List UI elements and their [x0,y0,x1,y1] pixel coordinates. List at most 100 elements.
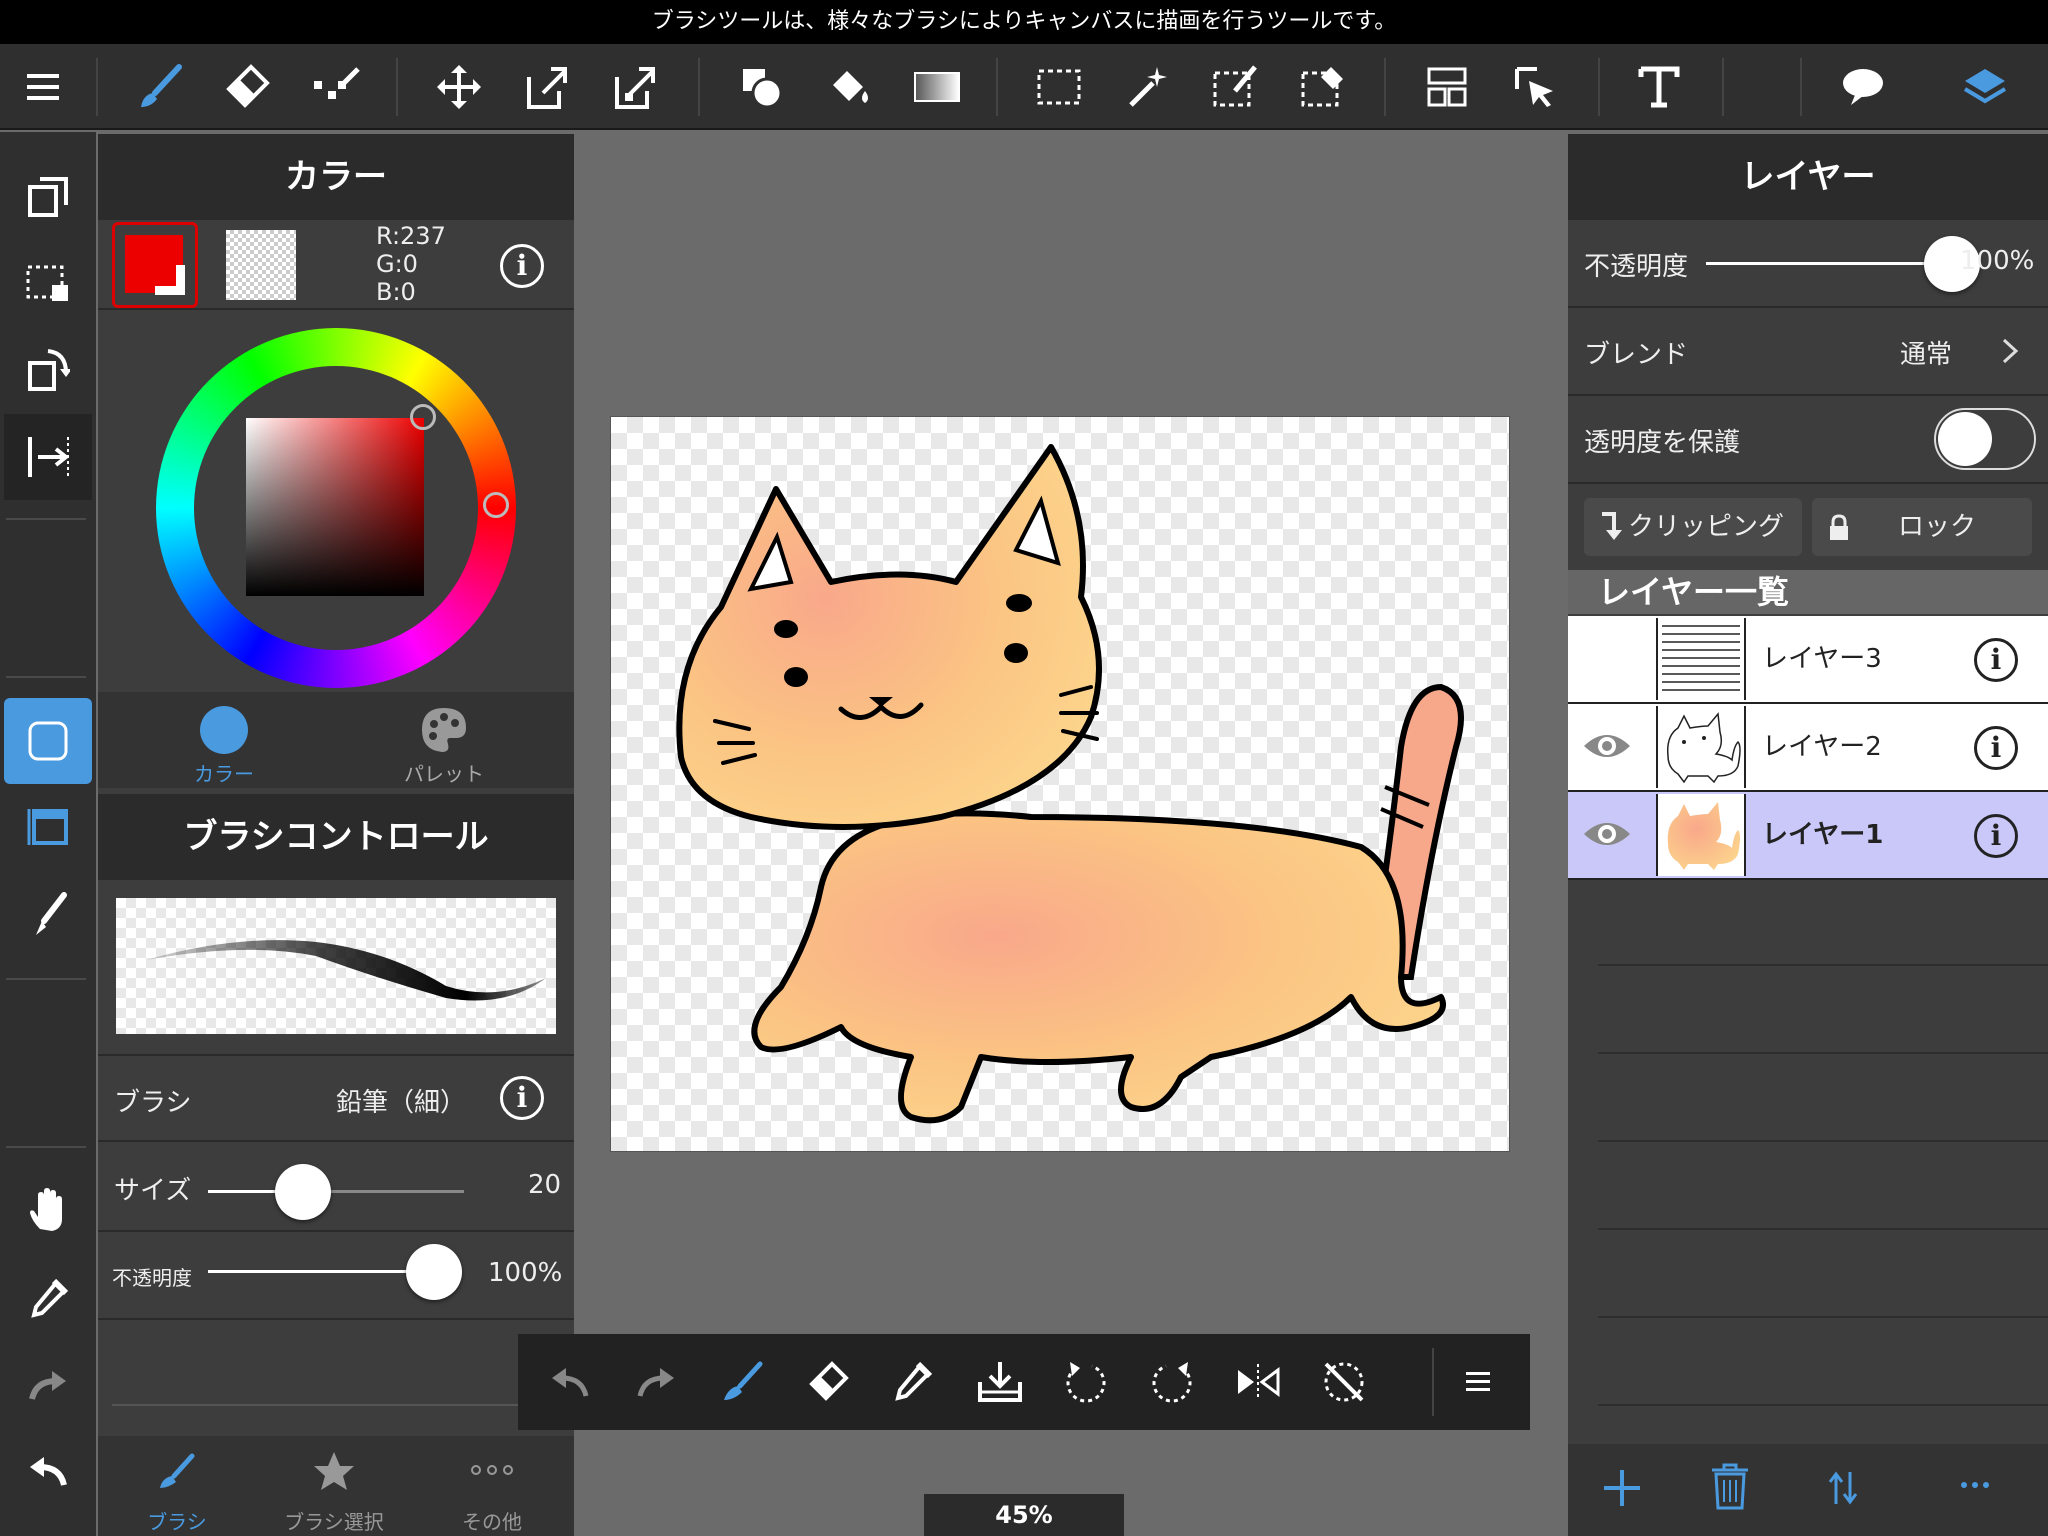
save-download-icon[interactable] [966,1348,1034,1416]
star-icon[interactable] [312,1450,356,1494]
palette-tab-label[interactable]: パレット [358,758,530,787]
layer-info-icon[interactable]: i [1974,726,2018,770]
flip-horizontal-icon[interactable] [1224,1348,1292,1416]
main-toolbar [0,44,2048,130]
gradient-tool-icon[interactable] [904,54,970,120]
eraser-tool-icon[interactable] [214,54,280,120]
layer-thumbnail [1656,794,1746,876]
hand-tool-icon[interactable] [4,1168,92,1254]
eye-hidden-icon[interactable] [1582,640,1632,676]
color-tab-icon[interactable] [200,706,248,754]
move-layer-icon[interactable] [1828,1470,1858,1506]
redo-icon[interactable] [4,1342,92,1428]
lock-button[interactable]: ロック [1812,498,2032,556]
eye-icon[interactable] [1582,728,1632,764]
layer-more-icon[interactable] [1960,1480,1990,1490]
add-layer-icon[interactable] [1602,1468,1642,1508]
palette-icon[interactable] [418,704,470,756]
color-info-icon[interactable]: i [500,244,544,288]
clipping-button[interactable]: クリッピング [1584,498,1802,556]
layer-row[interactable]: レイヤー3 i [1568,616,2048,702]
rotate-left-icon[interactable] [1052,1348,1120,1416]
brush-name-value[interactable]: 鉛筆（細） [336,1082,466,1119]
sv-picker-handle[interactable] [410,404,436,430]
transform-tool-icon[interactable] [514,54,580,120]
move-tool-icon[interactable] [426,54,492,120]
undo-icon[interactable] [536,1348,604,1416]
layer-thumbnail [1656,618,1746,700]
redo-icon[interactable] [622,1348,690,1416]
brush-size-shape-icon[interactable] [4,698,92,784]
warp-tool-icon[interactable] [602,54,668,120]
delete-layer-icon[interactable] [1710,1462,1750,1510]
brush-icon[interactable] [4,872,92,958]
layer-duplicate-icon[interactable] [4,154,92,240]
layer-opacity-slider[interactable] [1706,236,1980,292]
blend-mode-value[interactable]: 通常 [1900,334,1952,371]
material-window-icon[interactable] [4,784,92,870]
main-color-swatch[interactable] [112,222,198,308]
eyedropper-icon[interactable] [880,1348,948,1416]
layer-opacity-value: 100% [1960,246,2035,276]
lock-icon [1830,514,1848,540]
zoom-level: 45% [924,1494,1124,1536]
rotate-canvas-icon[interactable] [4,326,92,412]
brush-label: ブラシ [114,1088,192,1118]
speech-balloon-icon[interactable] [1830,54,1896,120]
more-icon[interactable] [468,1460,516,1480]
brush-info-icon[interactable]: i [500,1076,544,1120]
quick-access-bar [518,1334,1530,1430]
rotate-right-icon[interactable] [1138,1348,1206,1416]
reset-rotation-icon[interactable] [1310,1348,1378,1416]
layers-icon[interactable] [1952,54,2018,120]
rgb-g-value: G:0 [376,250,418,278]
saturation-value-square[interactable] [246,418,424,596]
layer-list-title: レイヤー一覧 [1568,570,2048,614]
layer-row[interactable]: レイヤー2 i [1568,704,2048,790]
undo-icon[interactable] [4,1428,92,1514]
brush-tab-icon[interactable] [156,1452,196,1492]
brush-opacity-slider[interactable] [208,1244,478,1300]
brush-tab-label[interactable]: ブラシ [118,1506,236,1535]
layer-row[interactable]: レイヤー1 i [1568,792,2048,878]
select-eraser-tool-icon[interactable] [1290,54,1356,120]
brush-select-tab-label[interactable]: ブラシ選択 [274,1506,394,1535]
brush-opacity-value: 100% [488,1258,563,1288]
layer-panel: レイヤー 不透明度 100% ブレンド 通常 透明度を保護 クリッピング ロック… [1568,134,2048,1536]
frame-divider-tool-icon[interactable] [1414,54,1480,120]
brush-tool-icon[interactable] [708,1348,776,1416]
color-panel-title: カラー [98,134,574,220]
select-pen-tool-icon[interactable] [1202,54,1268,120]
shape-fill-tool-icon[interactable] [728,54,794,120]
protect-alpha-toggle[interactable] [1934,408,2036,470]
menu-icon[interactable] [12,54,78,120]
chevron-right-icon[interactable] [2000,336,2020,366]
layer-info-icon[interactable]: i [1974,638,2018,682]
eyedropper-icon[interactable] [4,1256,92,1342]
color-brush-panel: カラー R:237 G:0 B:0 i カラー パレット ブラシコントロール ブ… [98,134,574,1536]
drawing-canvas[interactable] [610,416,1510,1152]
sub-color-swatch[interactable] [226,230,296,300]
rect-select-tool-icon[interactable] [1026,54,1092,120]
magic-wand-tool-icon[interactable] [1114,54,1180,120]
bucket-tool-icon[interactable] [816,54,882,120]
size-slider[interactable] [208,1164,478,1220]
selection-clear-icon[interactable] [4,240,92,326]
eye-icon[interactable] [1582,816,1632,852]
text-tool-icon[interactable] [1626,54,1692,120]
other-tab-label[interactable]: その他 [432,1506,552,1535]
hue-picker-handle[interactable] [483,492,509,518]
cat-artwork [676,444,1464,1124]
main-color-fill [125,235,183,293]
eraser-tool-icon[interactable] [794,1348,862,1416]
snap-ruler-icon[interactable] [4,414,92,500]
dot-tool-icon[interactable] [302,54,368,120]
layer-info-icon[interactable]: i [1974,814,2018,858]
quick-menu-icon[interactable] [1446,1348,1514,1416]
rgb-b-value: B:0 [376,278,416,306]
left-tool-rail [0,132,96,1536]
color-tab-label[interactable]: カラー [138,758,310,787]
brush-tool-icon[interactable] [126,54,192,120]
layer-opacity-label: 不透明度 [1584,252,1689,282]
operation-tool-icon[interactable] [1502,54,1568,120]
